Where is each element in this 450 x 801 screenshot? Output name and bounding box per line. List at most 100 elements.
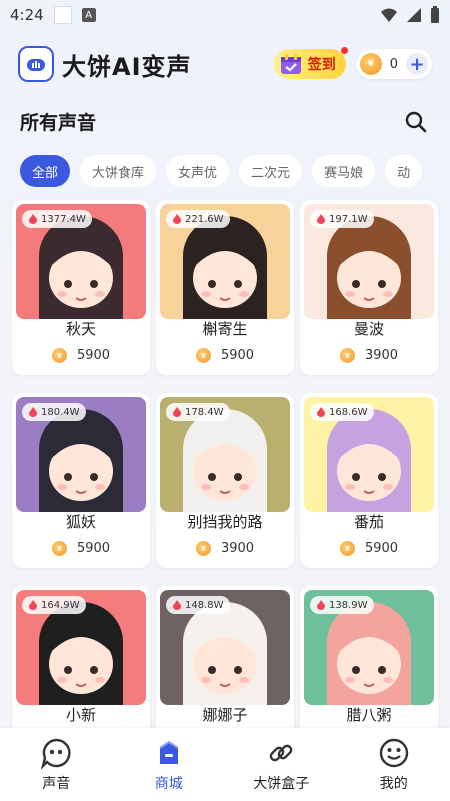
voice-name: 曼波 [353, 320, 384, 338]
voice-name: 槲寄生 [202, 320, 248, 338]
app-header: 大饼AI变声 签到 ¥ 0 + [18, 44, 432, 84]
voice-price: ¥5900 [12, 348, 150, 363]
popularity-count: 178.4W [185, 406, 224, 418]
fire-icon [29, 407, 37, 417]
red-dot-badge [340, 47, 348, 54]
checkin-button[interactable]: 签到 [273, 47, 348, 79]
coin-balance[interactable]: ¥ 0 + [355, 49, 432, 79]
battery-icon [431, 6, 439, 23]
status-time: 4:24 [10, 6, 44, 24]
voice-price: ¥5900 [300, 541, 438, 556]
popularity-badge: 1377.4W [22, 210, 92, 228]
voice-card[interactable]: 178.4W 别挡我的路 ¥3900 [156, 393, 294, 568]
voice-card[interactable]: 1377.4W 秋天 ¥5900 [12, 200, 150, 375]
nav-shop[interactable]: 商城 [113, 728, 226, 801]
popularity-badge: 197.1W [310, 210, 374, 228]
voice-card[interactable]: 221.6W 槲寄生 ¥5900 [156, 200, 294, 375]
voice-card[interactable]: 197.1W 曼波 ¥3900 [300, 200, 438, 375]
signal-icon [407, 8, 421, 22]
wifi-icon [381, 8, 397, 22]
tab-0[interactable]: 全部 [20, 155, 71, 187]
popularity-count: 180.4W [41, 406, 80, 418]
link-icon [264, 736, 298, 770]
chat-bubble-icon [39, 736, 73, 770]
voice-name: 秋天 [65, 320, 96, 338]
price-value: 5900 [220, 348, 255, 363]
nav-label: 声音 [42, 776, 71, 792]
nav-smile-face[interactable]: 我的 [338, 728, 450, 801]
voice-price: ¥3900 [156, 541, 294, 556]
coin-icon: ¥ [51, 541, 67, 556]
fire-icon [173, 407, 181, 417]
calendar-icon [280, 54, 301, 74]
voice-price: ¥5900 [12, 541, 150, 556]
coin-icon: ¥ [51, 348, 67, 363]
voice-price: ¥5900 [156, 348, 294, 363]
voice-name: 娜娜子 [202, 706, 248, 724]
popularity-count: 164.9W [41, 599, 80, 611]
fire-icon [317, 407, 325, 417]
voice-name: 番茄 [353, 513, 384, 531]
bottom-nav: 声音 商城 大饼盒子 我的 [0, 728, 450, 801]
section-title: 所有声音 [20, 112, 97, 134]
status-bar: 4:24 A [0, 0, 450, 30]
popularity-count: 138.9W [329, 599, 368, 611]
coin-icon: ¥ [339, 348, 355, 363]
coin-icon: ¥ [195, 348, 211, 363]
price-value: 5900 [364, 541, 399, 556]
popularity-count: 197.1W [329, 213, 368, 225]
shop-icon [152, 736, 186, 770]
app-title: 大饼AI变声 [62, 52, 192, 81]
popularity-badge: 168.6W [310, 403, 374, 421]
category-tabs: 全部 大饼食库 女声优 二次元 赛马娘动 [20, 155, 450, 187]
price-value: 5900 [76, 348, 111, 363]
popularity-badge: 180.4W [22, 403, 86, 421]
tab-4[interactable]: 赛马娘 [312, 155, 376, 187]
notification-a-icon: A [81, 8, 96, 22]
popularity-count: 1377.4W [41, 213, 86, 225]
fire-icon [173, 214, 181, 224]
smile-face-icon [377, 736, 411, 770]
fire-icon [173, 600, 181, 610]
tab-5[interactable]: 动 [385, 155, 423, 187]
nav-label: 商城 [154, 776, 183, 792]
tab-2[interactable]: 女声优 [166, 155, 230, 187]
checkin-label: 签到 [307, 57, 336, 73]
popularity-badge: 221.6W [166, 210, 230, 228]
popularity-badge: 164.9W [22, 596, 86, 614]
coin-icon: ¥ [339, 541, 355, 556]
fire-icon [317, 214, 325, 224]
voice-name: 狐妖 [65, 513, 96, 531]
voice-price: ¥3900 [300, 348, 438, 363]
coin-icon: ¥ [359, 53, 382, 75]
app-logo [18, 46, 54, 82]
voice-name: 小新 [65, 706, 96, 724]
price-value: 3900 [220, 541, 255, 556]
add-coins-icon[interactable]: + [406, 53, 428, 75]
popularity-count: 221.6W [185, 213, 224, 225]
voice-card[interactable]: 168.6W 番茄 ¥5900 [300, 393, 438, 568]
search-icon[interactable] [404, 110, 428, 134]
voice-grid: 1377.4W 秋天 ¥5900 221.6W 槲寄生 ¥5900 197.1W 曼波 ¥390… [12, 200, 438, 761]
fire-icon [29, 214, 37, 224]
notification-icon [53, 6, 72, 24]
popularity-count: 148.8W [185, 599, 224, 611]
nav-label: 我的 [379, 776, 408, 792]
tab-3[interactable]: 二次元 [239, 155, 303, 187]
popularity-badge: 138.9W [310, 596, 374, 614]
popularity-count: 168.6W [329, 406, 368, 418]
nav-link[interactable]: 大饼盒子 [225, 728, 338, 801]
voice-name: 腊八粥 [346, 706, 392, 724]
fire-icon [317, 600, 325, 610]
nav-chat-bubble[interactable]: 声音 [0, 728, 113, 801]
coin-icon: ¥ [195, 541, 211, 556]
voice-name: 别挡我的路 [187, 513, 263, 531]
tab-1[interactable]: 大饼食库 [80, 155, 157, 187]
price-value: 3900 [364, 348, 399, 363]
nav-label: 大饼盒子 [253, 776, 310, 792]
voice-card[interactable]: 180.4W 狐妖 ¥5900 [12, 393, 150, 568]
popularity-badge: 148.8W [166, 596, 230, 614]
fire-icon [29, 600, 37, 610]
coin-count: 0 [389, 56, 398, 72]
popularity-badge: 178.4W [166, 403, 230, 421]
